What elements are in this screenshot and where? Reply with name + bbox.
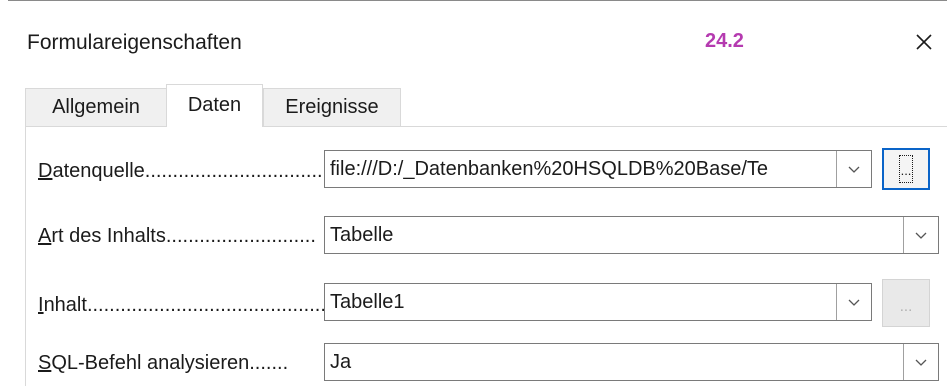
close-button[interactable] [904,22,944,62]
sql-befehl-dropdown-button[interactable] [903,344,938,380]
form-properties-dialog: Formulareigenschaften 24.2 Allgemein Dat… [8,0,947,386]
chevron-down-icon [848,299,860,306]
browse-button-label: ... [899,155,913,183]
art-des-inhalts-combobox[interactable]: Tabelle [324,216,939,254]
tab-daten[interactable]: Daten [166,84,263,127]
datenquelle-dropdown-button[interactable] [836,151,871,187]
datenquelle-browse-button[interactable]: ... [882,148,930,190]
inhalt-label: Inhalt..................................… [38,294,354,316]
datenquelle-value[interactable]: file:///D:/_Datenbanken%20HSQLDB%20Base/… [330,158,768,181]
datenquelle-combobox[interactable]: file:///D:/_Datenbanken%20HSQLDB%20Base/… [324,150,872,188]
tab-allgemein[interactable]: Allgemein [25,88,167,126]
inhalt-combobox[interactable]: Tabelle1 [324,283,872,321]
version-label: 24.2 [705,30,744,52]
art-des-inhalts-value: Tabelle [330,224,394,246]
chevron-down-icon [848,166,860,173]
datenquelle-label: Datenquelle.............................… [38,160,334,182]
dialog-top-border [8,0,947,1]
sql-befehl-combobox[interactable]: Ja [324,343,939,381]
tab-ereignisse[interactable]: Ereignisse [263,88,401,126]
art-des-inhalts-dropdown-button[interactable] [903,217,938,253]
art-des-inhalts-label: Art des Inhalts.........................… [38,225,316,247]
inhalt-browse-button[interactable]: ... [882,279,930,327]
sql-befehl-value: Ja [330,351,352,373]
sql-befehl-label: SQL-Befehl analysieren....... [38,352,289,374]
dialog-title: Formulareigenschaften [27,31,242,54]
chevron-down-icon [915,232,927,239]
close-icon [916,34,932,50]
chevron-down-icon [915,359,927,366]
inhalt-value[interactable]: Tabelle1 [330,291,405,314]
inhalt-dropdown-button[interactable] [836,284,871,320]
